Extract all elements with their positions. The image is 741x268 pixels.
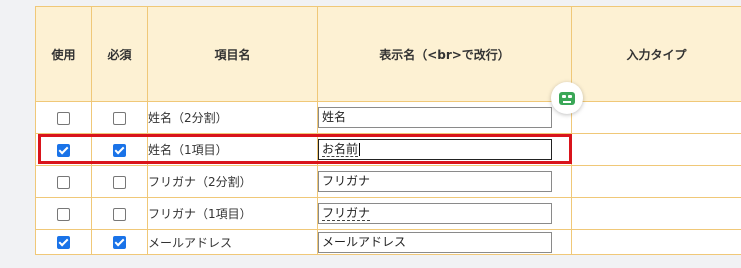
extension-button[interactable] — [551, 82, 583, 114]
input-type-cell — [571, 197, 741, 230]
item-name: フリガナ（2分割） — [147, 165, 318, 198]
use-checkbox[interactable] — [57, 236, 70, 249]
use-checkbox[interactable] — [57, 207, 70, 221]
use-checkbox[interactable] — [57, 111, 70, 125]
table-row: 姓名（2分割） 姓名 — [35, 101, 741, 134]
table-row: フリガナ（2分割） フリガナ — [35, 165, 741, 198]
input-type-cell — [571, 229, 741, 255]
required-checkbox[interactable] — [113, 175, 126, 189]
input-type-cell — [571, 101, 741, 134]
display-name-input[interactable]: フリガナ — [318, 203, 552, 224]
header-input-type: 入力タイプ — [571, 6, 741, 102]
table-row: フリガナ（1項目） フリガナ — [35, 197, 741, 230]
table-row: メールアドレス メールアドレス — [35, 229, 741, 255]
item-name: 姓名（2分割） — [147, 101, 318, 134]
input-type-cell — [571, 133, 741, 166]
form-fields-table: 使用 必須 項目名 表示名（<br>で改行） 入力タイプ 姓名（2分割） 姓名 … — [35, 6, 741, 255]
required-checkbox[interactable] — [113, 207, 126, 221]
display-name-input[interactable]: 姓名 — [318, 107, 552, 128]
header-display-name: 表示名（<br>で改行） — [317, 6, 572, 102]
item-name: フリガナ（1項目） — [147, 197, 318, 230]
display-name-input[interactable]: フリガナ — [318, 171, 552, 192]
display-name-text: フリガナ — [322, 206, 371, 221]
header-use: 使用 — [35, 6, 92, 102]
item-name: メールアドレス — [147, 229, 318, 255]
header-required: 必須 — [91, 6, 148, 102]
required-checkbox[interactable] — [113, 236, 126, 249]
robot-extension-icon — [559, 91, 575, 105]
use-checkbox[interactable] — [57, 175, 70, 189]
required-checkbox[interactable] — [113, 111, 126, 125]
input-type-cell — [571, 165, 741, 198]
display-name-input[interactable]: メールアドレス — [318, 231, 552, 253]
highlight-annotation-box — [38, 134, 572, 164]
header-item-name: 項目名 — [147, 6, 318, 102]
table-header-row: 使用 必須 項目名 表示名（<br>で改行） 入力タイプ — [35, 6, 741, 102]
